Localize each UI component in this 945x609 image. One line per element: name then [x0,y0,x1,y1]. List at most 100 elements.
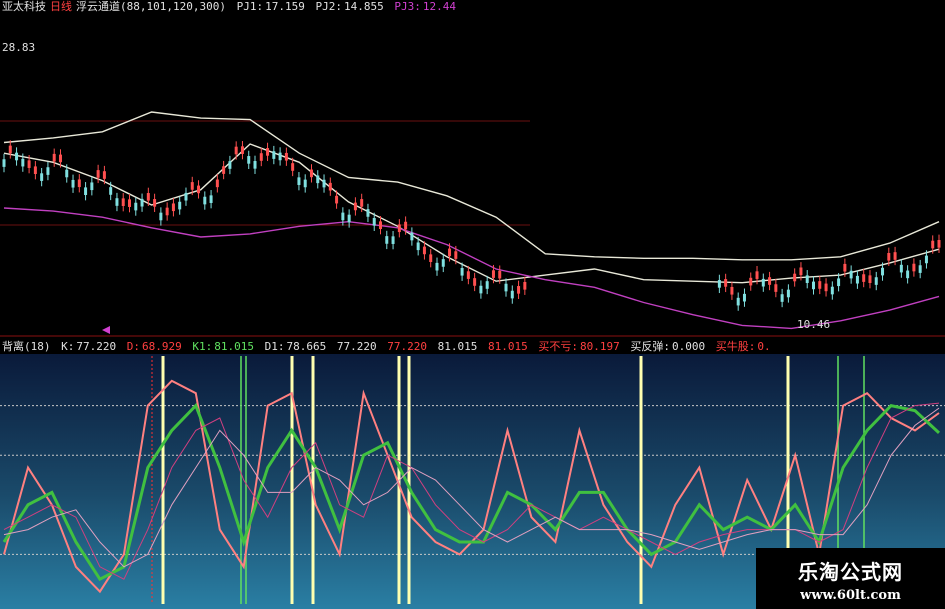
watermark-box: 乐淘公式网 www.60lt.com [756,548,945,609]
candle-body [931,240,935,249]
candle-body [780,294,784,302]
candle-body [278,152,282,161]
candle-body [837,278,841,287]
pj3-value: 12.44 [422,0,456,13]
channel-line-pj2 [3,143,940,284]
candle-body [742,293,746,302]
candle-body [46,167,50,175]
candle-body [422,246,426,255]
candle-body [899,264,903,273]
candle-body [849,270,853,279]
candle-body [291,163,295,171]
candle-body [855,275,859,284]
candle-body [523,281,527,290]
candle-body [435,262,439,271]
candle-body [102,171,106,179]
candle-body [510,290,514,299]
candle-body [58,154,62,163]
value-5: 77.220 [336,340,377,353]
pj1-value: 17.159 [265,0,305,13]
channel-line-pj1 [3,111,940,261]
price-high-label: 28.83 [2,41,36,54]
chart-canvas[interactable] [0,0,945,609]
stock-chart-window: 亚太科技 日线 浮云通道(88,101,120,300) PJ1: 17.159 PJ… [0,0,945,609]
main-chart-header: 亚太科技 日线 浮云通道(88,101,120,300) PJ1: 17.159 PJ… [2,1,460,13]
candle-body [366,209,370,217]
candle-body [906,270,910,279]
candle-body [441,259,445,267]
candle-body [811,281,815,290]
candle-body [924,255,928,264]
candle-body [429,254,433,263]
bull-label: 买牛股: [715,340,756,353]
k-value: 77.220 [76,340,117,353]
candle-body [284,152,288,161]
candle-body [222,166,226,174]
candle-body [774,284,778,292]
candle-body [335,195,339,204]
candle-body [473,278,477,286]
watermark-title: 乐淘公式网 [798,560,903,584]
bull-value: 0. [757,340,771,353]
candle-body [209,195,213,203]
candle-body [353,202,357,211]
pj3-label: PJ3: [394,0,421,13]
candle-body [153,199,157,207]
k1-value: 81.015 [214,340,254,353]
candle-body [460,267,464,276]
candle-body [466,271,470,279]
candle-body [805,275,809,283]
candle-body [736,297,740,306]
candle-body [178,201,182,210]
candle-body [215,179,219,188]
candle-body [397,224,401,233]
stock-name: 亚太科技 [2,0,46,13]
candle-body [140,198,144,207]
candle-body [115,198,119,206]
scroll-marker-icon [102,326,110,334]
candle-body [266,148,270,156]
value-6: 77.220 [387,340,427,353]
candle-body [379,221,383,230]
candle-body [843,263,847,272]
indicator-header: 背离(18) K: 77.220 D: 68.929 K1: 81.015 D1: 78… [2,341,775,353]
k1-label: K1: [192,340,213,353]
k-label: K: [61,340,75,353]
candle-body [918,265,922,273]
candle-body [253,161,257,169]
candle-body [159,212,163,221]
candle-body [937,240,941,248]
candle-body [328,182,332,191]
period-label[interactable]: 日线 [50,0,72,13]
channel-label: 浮云通道(88,101,120,300) [76,0,226,13]
candle-body [416,242,420,251]
candle-body [454,251,458,259]
candle-body [197,185,201,194]
candle-body [303,179,307,188]
candle-body [234,146,238,155]
candle-body [385,236,389,244]
d-label: D: [126,340,140,353]
candle-body [84,187,88,196]
candle-body [297,177,301,185]
d-value: 68.929 [142,340,182,353]
candle-body [818,281,822,289]
candle-body [793,273,797,282]
candle-body [184,192,188,201]
candle-body [77,179,81,188]
candle-body [27,160,31,168]
candle-body [479,285,483,294]
candle-body [190,182,194,190]
value-7: 81.015 [437,340,478,353]
candle-body [874,277,878,285]
candle-body [724,279,728,287]
rebound-value: 0.000 [672,340,706,353]
candle-body [21,158,25,167]
candle-body [309,169,313,178]
candle-body [40,173,44,181]
buy-value: 80.197 [580,340,620,353]
candle-body [786,289,790,298]
candle-body [347,214,351,223]
candle-body [228,161,232,169]
candle-body [391,236,395,244]
